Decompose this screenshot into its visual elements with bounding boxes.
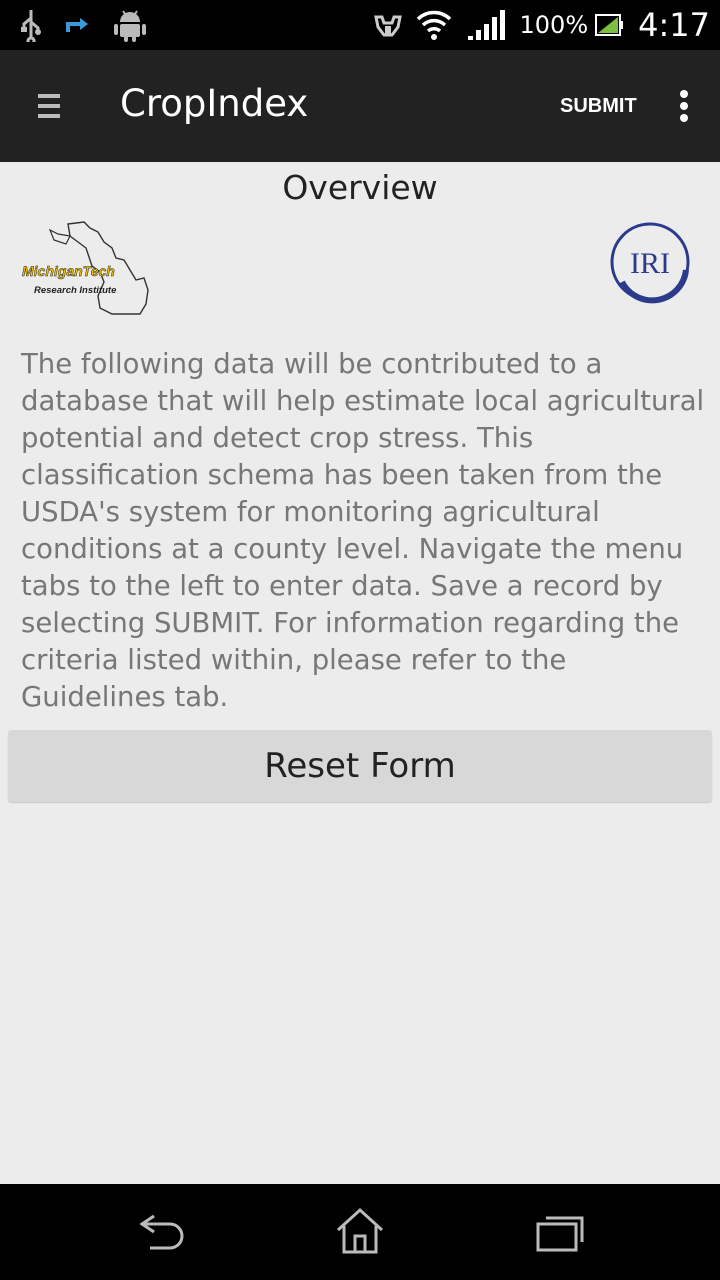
description-text: The following data will be contributed t… <box>21 348 705 713</box>
iri-logo-text: IRI <box>630 247 670 280</box>
submit-button[interactable]: SUBMIT <box>548 84 649 128</box>
page-title: Overview <box>282 168 438 207</box>
wifi-icon <box>416 10 451 40</box>
mtri-logo-text-1: MichiganTech <box>22 263 115 279</box>
action-bar: CropIndex SUBMIT <box>0 50 720 162</box>
status-bar: 100% 4:17 <box>0 0 720 50</box>
home-icon[interactable] <box>330 1204 390 1260</box>
reset-form-button[interactable]: Reset Form <box>8 730 712 802</box>
app-title: CropIndex <box>120 82 309 125</box>
clock: 4:17 <box>638 6 710 44</box>
usb-icon <box>21 10 41 42</box>
battery-percent: 100% <box>519 11 589 39</box>
mtri-logo-text-2: Research Institute <box>34 285 117 296</box>
michigan-tech-logo: MichiganTech Research Institute <box>22 221 149 315</box>
signal-icon <box>467 10 505 40</box>
iri-logo: IRI <box>610 222 690 304</box>
overflow-menu-icon[interactable] <box>668 84 700 128</box>
back-icon[interactable] <box>130 1204 190 1260</box>
navigation-bar <box>0 1184 720 1280</box>
android-icon <box>114 10 146 42</box>
battery-icon <box>595 14 624 36</box>
headset-icon <box>373 15 402 37</box>
recent-apps-icon[interactable] <box>530 1204 590 1260</box>
menu-icon[interactable] <box>38 90 62 122</box>
sync-icon <box>66 18 88 32</box>
